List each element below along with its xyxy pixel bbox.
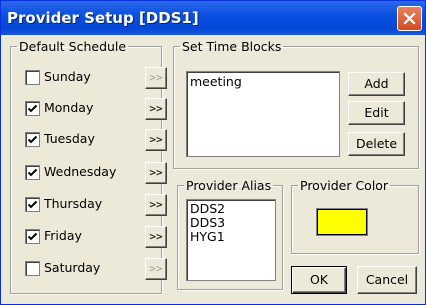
color-swatch[interactable] — [317, 209, 367, 235]
day-expand-button[interactable]: >> — [145, 226, 167, 248]
close-button[interactable] — [397, 6, 422, 31]
day-checkbox[interactable] — [25, 165, 40, 180]
checkmark-icon — [27, 104, 38, 113]
day-checkbox[interactable] — [25, 197, 40, 212]
checkmark-icon — [27, 200, 38, 209]
close-icon — [403, 12, 416, 25]
provider-color-legend: Provider Color — [300, 178, 389, 193]
ok-button[interactable]: OK — [291, 266, 347, 294]
day-label: Saturday — [44, 260, 101, 275]
day-label: Sunday — [44, 69, 91, 84]
day-expand-button[interactable]: >> — [145, 162, 167, 184]
checkmark-icon — [27, 168, 38, 177]
day-label: Tuesday — [44, 131, 95, 146]
window-title: Provider Setup [DDS1] — [7, 9, 199, 27]
day-row: Sunday >> — [25, 66, 167, 89]
day-row: Wednesday >> — [25, 161, 167, 184]
cancel-button[interactable]: Cancel — [357, 266, 417, 294]
time-blocks-legend: Set Time Blocks — [182, 39, 282, 54]
day-label: Thursday — [44, 196, 103, 211]
day-expand-button[interactable]: >> — [145, 194, 167, 216]
day-row: Tuesday >> — [25, 128, 167, 151]
checkmark-icon — [27, 232, 38, 241]
provider-alias-list[interactable]: DDS2 DDS3 HYG1 — [186, 199, 276, 281]
day-row: Friday >> — [25, 225, 167, 248]
day-row: Saturday >> — [25, 257, 167, 280]
time-blocks-list[interactable]: meeting — [186, 71, 340, 157]
list-item[interactable]: meeting — [187, 72, 339, 89]
day-checkbox[interactable] — [25, 101, 40, 116]
provider-color-group: Provider Color — [291, 178, 419, 254]
day-checkbox[interactable] — [25, 132, 40, 147]
list-item[interactable]: DDS2 — [187, 202, 275, 216]
day-expand-button[interactable]: >> — [145, 98, 167, 120]
day-checkbox[interactable] — [25, 261, 40, 276]
day-row: Thursday >> — [25, 193, 167, 216]
day-expand-button[interactable]: >> — [145, 129, 167, 151]
list-item[interactable]: HYG1 — [187, 230, 275, 244]
day-row: Monday >> — [25, 97, 167, 120]
day-expand-button[interactable]: >> — [145, 67, 167, 89]
provider-setup-dialog: Provider Setup [DDS1] Default Schedule S… — [0, 0, 426, 305]
title-bar[interactable]: Provider Setup [DDS1] — [1, 1, 425, 35]
day-checkbox[interactable] — [25, 70, 40, 85]
delete-button[interactable]: Delete — [348, 132, 405, 156]
day-label: Monday — [44, 100, 94, 115]
edit-button[interactable]: Edit — [348, 101, 405, 125]
day-label: Wednesday — [44, 164, 117, 179]
add-button[interactable]: Add — [348, 72, 405, 96]
checkmark-icon — [27, 135, 38, 144]
list-item[interactable]: DDS3 — [187, 216, 275, 230]
day-expand-button[interactable]: >> — [145, 258, 167, 280]
default-schedule-legend: Default Schedule — [19, 39, 127, 54]
day-checkbox[interactable] — [25, 229, 40, 244]
provider-alias-legend: Provider Alias — [186, 178, 272, 193]
day-label: Friday — [44, 228, 82, 243]
